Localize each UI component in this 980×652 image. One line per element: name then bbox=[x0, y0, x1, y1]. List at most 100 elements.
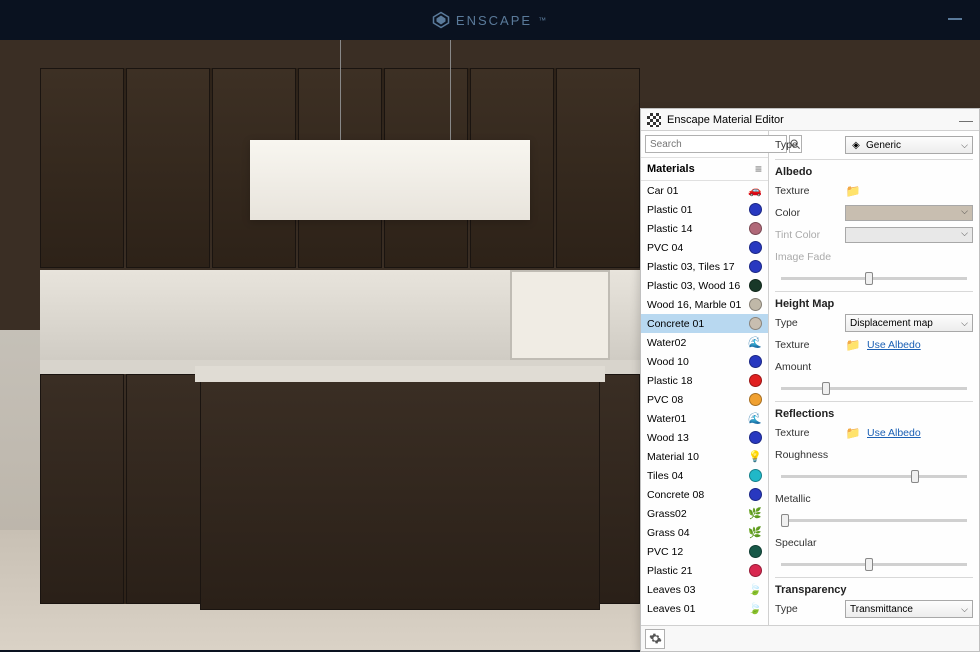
heightmap-type-dropdown[interactable]: Displacement map bbox=[845, 314, 973, 332]
material-item[interactable]: Plastic 03, Wood 16 bbox=[641, 276, 768, 295]
car-icon: 🚗 bbox=[748, 184, 762, 198]
folder-icon[interactable]: 📁 bbox=[845, 338, 861, 352]
material-name: Concrete 01 bbox=[647, 318, 704, 330]
material-name: PVC 04 bbox=[647, 242, 683, 254]
material-item[interactable]: Tiles 04 bbox=[641, 466, 768, 485]
folder-icon[interactable]: 📁 bbox=[845, 184, 861, 198]
material-item[interactable]: Water01🌊 bbox=[641, 409, 768, 428]
texture-label: Texture bbox=[775, 185, 839, 197]
checker-icon bbox=[647, 113, 661, 127]
material-swatch bbox=[749, 203, 762, 216]
material-item[interactable]: Grass02 🌿 bbox=[641, 504, 768, 523]
material-swatch bbox=[749, 317, 762, 330]
material-item[interactable]: Plastic 14 bbox=[641, 219, 768, 238]
panel-title: Enscape Material Editor bbox=[667, 114, 784, 126]
roughness-slider[interactable] bbox=[775, 467, 973, 485]
reflections-header: Reflections bbox=[775, 408, 973, 420]
material-name: Leaves 01 bbox=[647, 603, 695, 615]
material-item[interactable]: Wood 16, Marble 01 bbox=[641, 295, 768, 314]
type-dropdown[interactable]: ◈ Generic bbox=[845, 136, 973, 154]
app-logo: ENSCAPE™ bbox=[432, 11, 548, 29]
material-name: Plastic 03, Tiles 17 bbox=[647, 261, 735, 273]
material-name: Grass 04 bbox=[647, 527, 690, 539]
material-swatch bbox=[749, 355, 762, 368]
material-item[interactable]: Water02🌊 bbox=[641, 333, 768, 352]
material-item[interactable]: PVC 04 bbox=[641, 238, 768, 257]
material-name: Car 01 bbox=[647, 185, 679, 197]
albedo-header: Albedo bbox=[775, 166, 973, 178]
material-swatch bbox=[749, 488, 762, 501]
panel-titlebar[interactable]: Enscape Material Editor — bbox=[641, 109, 979, 131]
material-item[interactable]: Leaves 01 🍃 bbox=[641, 599, 768, 618]
material-name: Tiles 04 bbox=[647, 470, 683, 482]
materials-header: Materials ≡ bbox=[641, 158, 768, 181]
color-picker[interactable] bbox=[845, 205, 973, 221]
hm-type-label: Type bbox=[775, 317, 839, 329]
material-item[interactable]: Material 10💡 bbox=[641, 447, 768, 466]
folder-icon[interactable]: 📁 bbox=[845, 426, 861, 440]
material-item[interactable]: Wood 10 bbox=[641, 352, 768, 371]
material-item[interactable]: PVC 12 bbox=[641, 542, 768, 561]
amount-label: Amount bbox=[775, 361, 839, 373]
material-item[interactable]: Plastic 03, Tiles 17 bbox=[641, 257, 768, 276]
trans-type-label: Type bbox=[775, 603, 839, 615]
transparency-type-dropdown[interactable]: Transmittance bbox=[845, 600, 973, 618]
material-name: Plastic 14 bbox=[647, 223, 693, 235]
transparency-header: Transparency bbox=[775, 584, 973, 596]
material-swatch bbox=[749, 260, 762, 273]
metallic-slider[interactable] bbox=[775, 511, 973, 529]
wave-icon: 🌊 bbox=[748, 336, 762, 350]
use-albedo-link[interactable]: Use Albedo bbox=[867, 427, 921, 439]
material-item[interactable]: Wood 13 bbox=[641, 428, 768, 447]
material-name: PVC 08 bbox=[647, 394, 683, 406]
grass-icon: 🌿 bbox=[748, 507, 762, 521]
enscape-logo-icon bbox=[432, 11, 450, 29]
leaf-icon: 🍃 bbox=[748, 583, 762, 597]
material-item[interactable]: Plastic 18 bbox=[641, 371, 768, 390]
settings-button[interactable] bbox=[645, 629, 665, 649]
panel-footer bbox=[641, 625, 979, 651]
material-item[interactable]: Grass 04 🌿 bbox=[641, 523, 768, 542]
material-swatch bbox=[749, 564, 762, 577]
panel-minimize-button[interactable]: — bbox=[959, 112, 973, 128]
bulb-icon: 💡 bbox=[748, 450, 762, 464]
minimize-button[interactable] bbox=[948, 18, 962, 20]
material-name: Plastic 01 bbox=[647, 204, 693, 216]
grass-icon: 🌿 bbox=[748, 526, 762, 540]
material-name: Wood 10 bbox=[647, 356, 689, 368]
specular-label: Specular bbox=[775, 537, 839, 549]
material-name: Wood 16, Marble 01 bbox=[647, 299, 741, 311]
material-item[interactable]: PVC 08 bbox=[641, 390, 768, 409]
material-name: Grass02 bbox=[647, 508, 687, 520]
gear-icon bbox=[649, 632, 662, 645]
material-item[interactable]: Concrete 01 bbox=[641, 314, 768, 333]
leaf-icon: 🍃 bbox=[748, 602, 762, 616]
material-item[interactable]: Plastic 01 bbox=[641, 200, 768, 219]
color-label: Color bbox=[775, 207, 839, 219]
amount-slider[interactable] bbox=[775, 379, 973, 397]
material-swatch bbox=[749, 431, 762, 444]
specular-slider[interactable] bbox=[775, 555, 973, 573]
material-item[interactable]: Concrete 08 bbox=[641, 485, 768, 504]
app-titlebar: ENSCAPE™ bbox=[0, 0, 980, 40]
material-name: PVC 12 bbox=[647, 546, 683, 558]
use-albedo-link[interactable]: Use Albedo bbox=[867, 339, 921, 351]
image-fade-label: Image Fade bbox=[775, 251, 839, 263]
tint-color-label: Tint Color bbox=[775, 229, 839, 241]
generic-type-icon: ◈ bbox=[850, 139, 862, 151]
list-menu-icon[interactable]: ≡ bbox=[755, 162, 762, 176]
material-item[interactable]: Car 01 🚗 bbox=[641, 181, 768, 200]
material-swatch bbox=[749, 545, 762, 558]
refl-texture-label: Texture bbox=[775, 427, 839, 439]
image-fade-slider bbox=[775, 269, 973, 287]
metallic-label: Metallic bbox=[775, 493, 839, 505]
materials-list[interactable]: Car 01 🚗 Plastic 01 Plastic 14 PVC 04 Plastic… bbox=[641, 181, 768, 625]
search-input[interactable] bbox=[645, 135, 787, 153]
material-item[interactable]: Plastic 21 bbox=[641, 561, 768, 580]
app-name: ENSCAPE bbox=[456, 13, 532, 28]
material-name: Wood 13 bbox=[647, 432, 689, 444]
type-label: Type bbox=[775, 139, 839, 151]
properties-column: Type ◈ Generic Albedo Texture 📁 Color Ti… bbox=[769, 131, 979, 625]
material-item[interactable]: Leaves 03🍃 bbox=[641, 580, 768, 599]
material-swatch bbox=[749, 279, 762, 292]
